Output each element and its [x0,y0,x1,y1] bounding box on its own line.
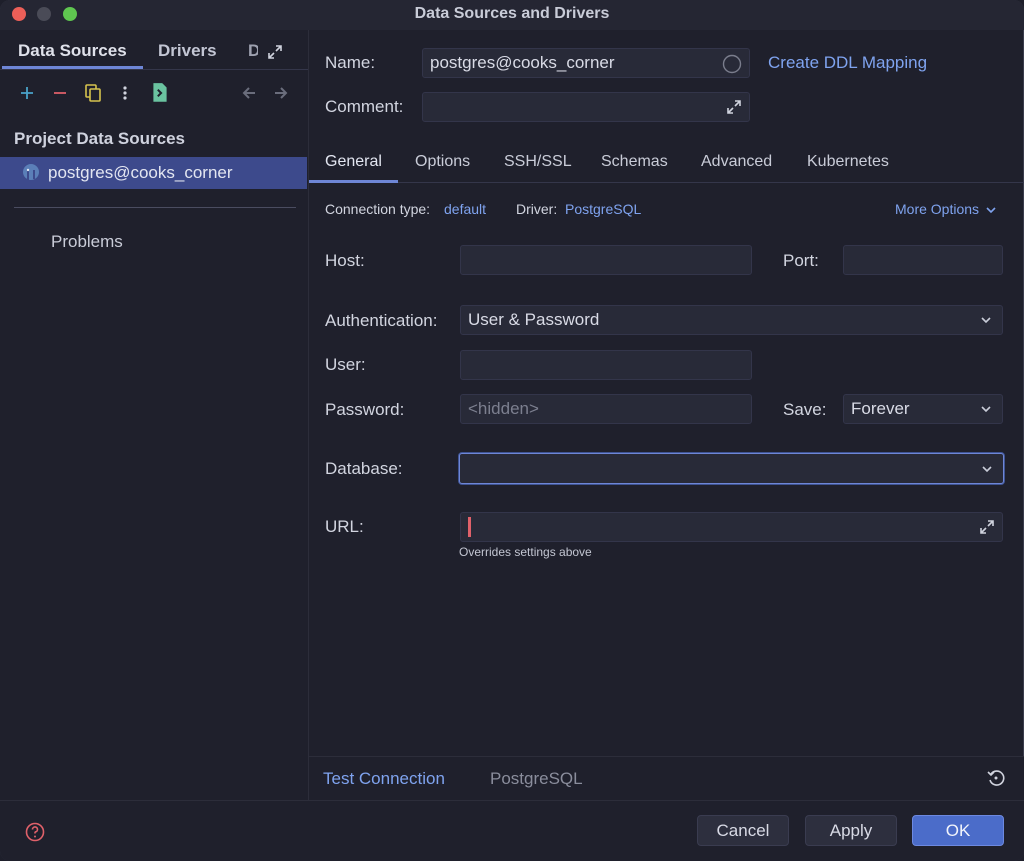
window-title: Data Sources and Drivers [414,5,610,22]
sidebar: Data Sources Drivers D Project Data Sour… [0,30,309,800]
reset-icon[interactable] [987,769,1005,787]
tab-kubernetes[interactable]: Kubernetes [807,153,889,171]
tabs-divider [309,182,1024,183]
tab-drivers[interactable]: Drivers [158,41,217,61]
ok-button[interactable]: OK [912,815,1004,846]
save-select[interactable]: Forever [843,394,1003,424]
tab-overflow[interactable]: D [248,41,258,61]
chevron-down-icon [981,317,991,324]
driver-name-label: PostgreSQL [490,769,583,788]
back-arrow-icon[interactable] [241,82,257,104]
driver-label: Driver: [516,201,558,217]
database-label: Database: [325,459,403,478]
title-bar: Data Sources and Drivers [0,0,1024,30]
driver-link[interactable]: PostgreSQL [565,201,641,217]
tab-advanced[interactable]: Advanced [701,153,772,171]
section-title: Project Data Sources [14,129,186,148]
password-label: Password: [325,400,405,419]
bottom-toolbar: Test Connection PostgreSQL [309,756,1024,801]
connection-type-link[interactable]: default [444,201,486,217]
name-value: postgres@cooks_corner [430,53,615,72]
duplicate-icon[interactable] [84,82,102,104]
save-label: Save: [783,400,827,419]
test-connection-link[interactable]: Test Connection [323,769,445,789]
user-label: User: [325,355,366,374]
expand-icon[interactable] [267,44,283,60]
comment-label: Comment: [325,97,404,116]
password-placeholder: <hidden> [468,399,539,418]
tab-data-sources[interactable]: Data Sources [18,41,127,61]
create-ddl-mapping-link[interactable]: Create DDL Mapping [768,53,927,73]
data-source-item[interactable]: postgres@cooks_corner [0,157,307,189]
more-options-label: More Options [895,201,980,217]
postgres-elephant-icon [23,164,39,180]
tab-options[interactable]: Options [415,153,470,171]
import-icon[interactable] [151,82,169,104]
save-value: Forever [851,399,910,418]
authentication-value: User & Password [468,310,600,329]
chevron-down-icon [986,207,996,214]
tab-schemas[interactable]: Schemas [601,153,668,171]
port-label: Port: [783,251,819,270]
comment-field[interactable] [422,92,750,122]
user-input[interactable] [460,350,752,380]
url-label: URL: [325,517,364,536]
dialog-window: Data Sources and Drivers Data Sources Dr… [0,0,1024,861]
authentication-label: Authentication: [325,311,438,330]
close-window-button[interactable] [12,7,26,21]
add-icon[interactable] [19,82,35,104]
chevron-down-icon [981,406,991,413]
authentication-select[interactable]: User & Password [460,305,1003,335]
forward-arrow-icon[interactable] [273,82,289,104]
minimize-window-button[interactable] [37,7,51,21]
active-tab-indicator [309,180,398,183]
more-options-link[interactable]: More Options [895,201,996,217]
tab-divider [0,69,308,70]
host-input[interactable] [460,245,752,275]
password-input[interactable]: <hidden> [460,394,752,424]
data-source-label: postgres@cooks_corner [48,163,233,182]
chevron-down-icon [982,465,992,472]
maximize-window-button[interactable] [63,7,77,21]
cancel-button[interactable]: Cancel [697,815,789,846]
expand-icon[interactable] [726,99,742,115]
expand-icon[interactable] [979,519,995,535]
color-picker-icon[interactable] [722,54,742,74]
remove-icon[interactable] [52,82,68,104]
apply-button[interactable]: Apply [805,815,897,846]
name-label: Name: [325,53,376,72]
tab-general[interactable]: General [325,153,382,171]
problems-item[interactable]: Problems [51,232,123,252]
name-field[interactable]: postgres@cooks_corner [422,48,750,78]
help-icon[interactable] [25,822,45,842]
tab-ssh-ssl[interactable]: SSH/SSL [504,153,572,171]
url-hint: Overrides settings above [459,545,592,559]
main-panel: Name: postgres@cooks_corner Create DDL M… [309,30,1024,800]
database-select[interactable] [459,453,1004,484]
host-label: Host: [325,251,365,270]
port-input[interactable] [843,245,1003,275]
more-vertical-icon[interactable] [121,82,129,104]
sidebar-divider [14,207,296,208]
connection-type-label: Connection type: [325,201,431,217]
text-cursor [468,517,471,537]
url-input[interactable] [460,512,1003,542]
